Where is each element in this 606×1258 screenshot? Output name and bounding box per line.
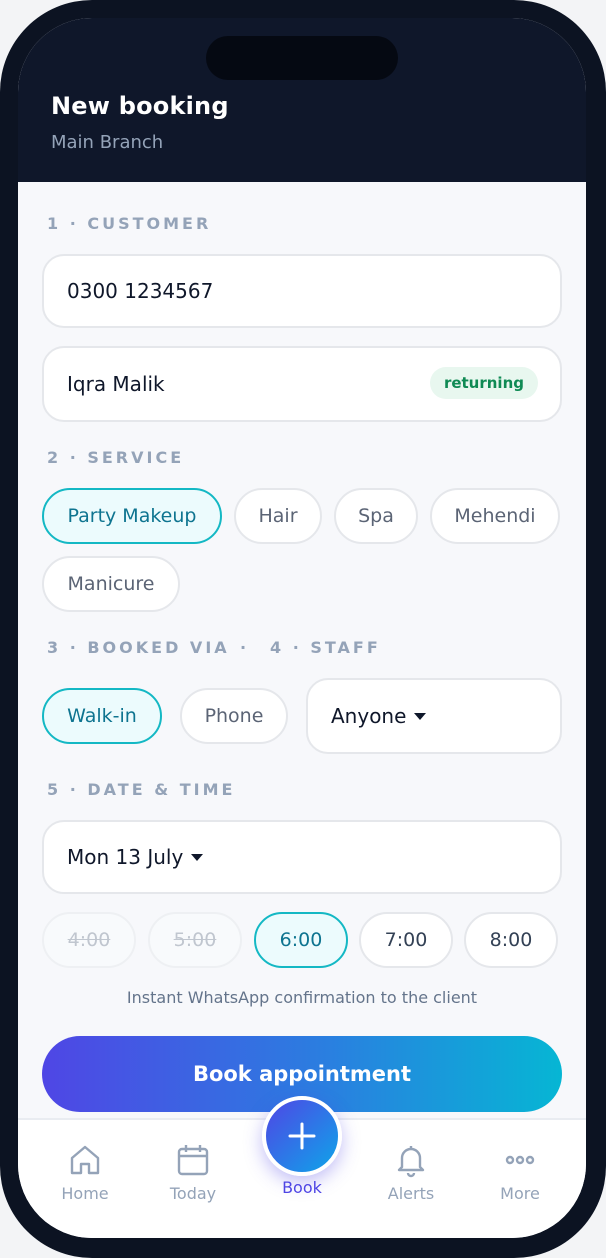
app-header: New booking Main Branch (18, 18, 586, 182)
nav-label-book: Book (282, 1178, 322, 1197)
page-title: New booking (51, 92, 229, 120)
nav-item-home[interactable]: Home (40, 1142, 130, 1203)
service-chip-party-makeup[interactable]: Party Makeup (42, 488, 222, 544)
nav-item-today[interactable]: Today (148, 1142, 238, 1203)
screen: New booking Main Branch 1 · CUSTOMER 030… (18, 18, 586, 1238)
service-chip-hair[interactable]: Hair (234, 488, 322, 544)
time-slot-7-00[interactable]: 7:00 (359, 912, 453, 968)
chevron-down-icon (191, 853, 204, 861)
nav-label-alerts: Alerts (387, 1184, 435, 1203)
calendar-icon (177, 1145, 209, 1176)
time-slot-8-00[interactable]: 8:00 (464, 912, 558, 968)
camera-notch (206, 36, 398, 80)
book-fab-button[interactable] (262, 1096, 342, 1176)
section-label-datetime: 5 · DATE & TIME (47, 780, 236, 799)
returning-badge: returning (429, 367, 538, 399)
customer-phone-field[interactable]: 0300 1234567 (42, 254, 562, 328)
nav-label-home: Home (61, 1184, 109, 1203)
booked-via-chip-phone[interactable]: Phone (180, 688, 288, 744)
time-slot-4-00: 4:00 (42, 912, 136, 968)
home-icon (70, 1145, 100, 1175)
date-select[interactable]: Mon 13 July (42, 820, 562, 894)
time-slot-5-00: 5:00 (148, 912, 242, 968)
nav-item-alerts[interactable]: Alerts (366, 1142, 456, 1203)
customer-phone-value: 0300 1234567 (67, 279, 214, 303)
booked-via-chip-walk-in[interactable]: Walk-in (42, 688, 162, 744)
service-chip-manicure[interactable]: Manicure (42, 556, 180, 612)
phone-frame: New booking Main Branch 1 · CUSTOMER 030… (0, 0, 606, 1258)
nav-item-book[interactable]: Book (257, 1178, 347, 1197)
nav-label-more: More (500, 1184, 540, 1203)
date-select-value: Mon 13 July (67, 845, 184, 869)
plus-icon (288, 1122, 316, 1150)
customer-name-field[interactable]: Iqra Malik returning (42, 346, 562, 422)
section-label-customer: 1 · CUSTOMER (47, 214, 212, 233)
staff-select[interactable]: Anyone (306, 678, 562, 754)
customer-name-value: Iqra Malik (67, 372, 165, 396)
nav-item-more[interactable]: More (475, 1142, 565, 1203)
section-label-service: 2 · SERVICE (47, 448, 185, 467)
time-slot-6-00[interactable]: 6:00 (254, 912, 348, 968)
section-separator: · (240, 638, 250, 657)
staff-select-value: Anyone (331, 704, 407, 728)
section-label-staff: 4 · STAFF (270, 638, 381, 657)
more-icon (505, 1155, 535, 1165)
section-label-booked-via: 3 · BOOKED VIA (47, 638, 230, 657)
whatsapp-hint: Instant WhatsApp confirmation to the cli… (126, 988, 478, 1007)
service-chip-mehendi[interactable]: Mehendi (430, 488, 560, 544)
bell-icon (397, 1146, 425, 1178)
chevron-down-icon (414, 712, 427, 720)
branch-name: Main Branch (51, 132, 164, 153)
service-chip-spa[interactable]: Spa (334, 488, 418, 544)
nav-label-today: Today (169, 1184, 217, 1203)
